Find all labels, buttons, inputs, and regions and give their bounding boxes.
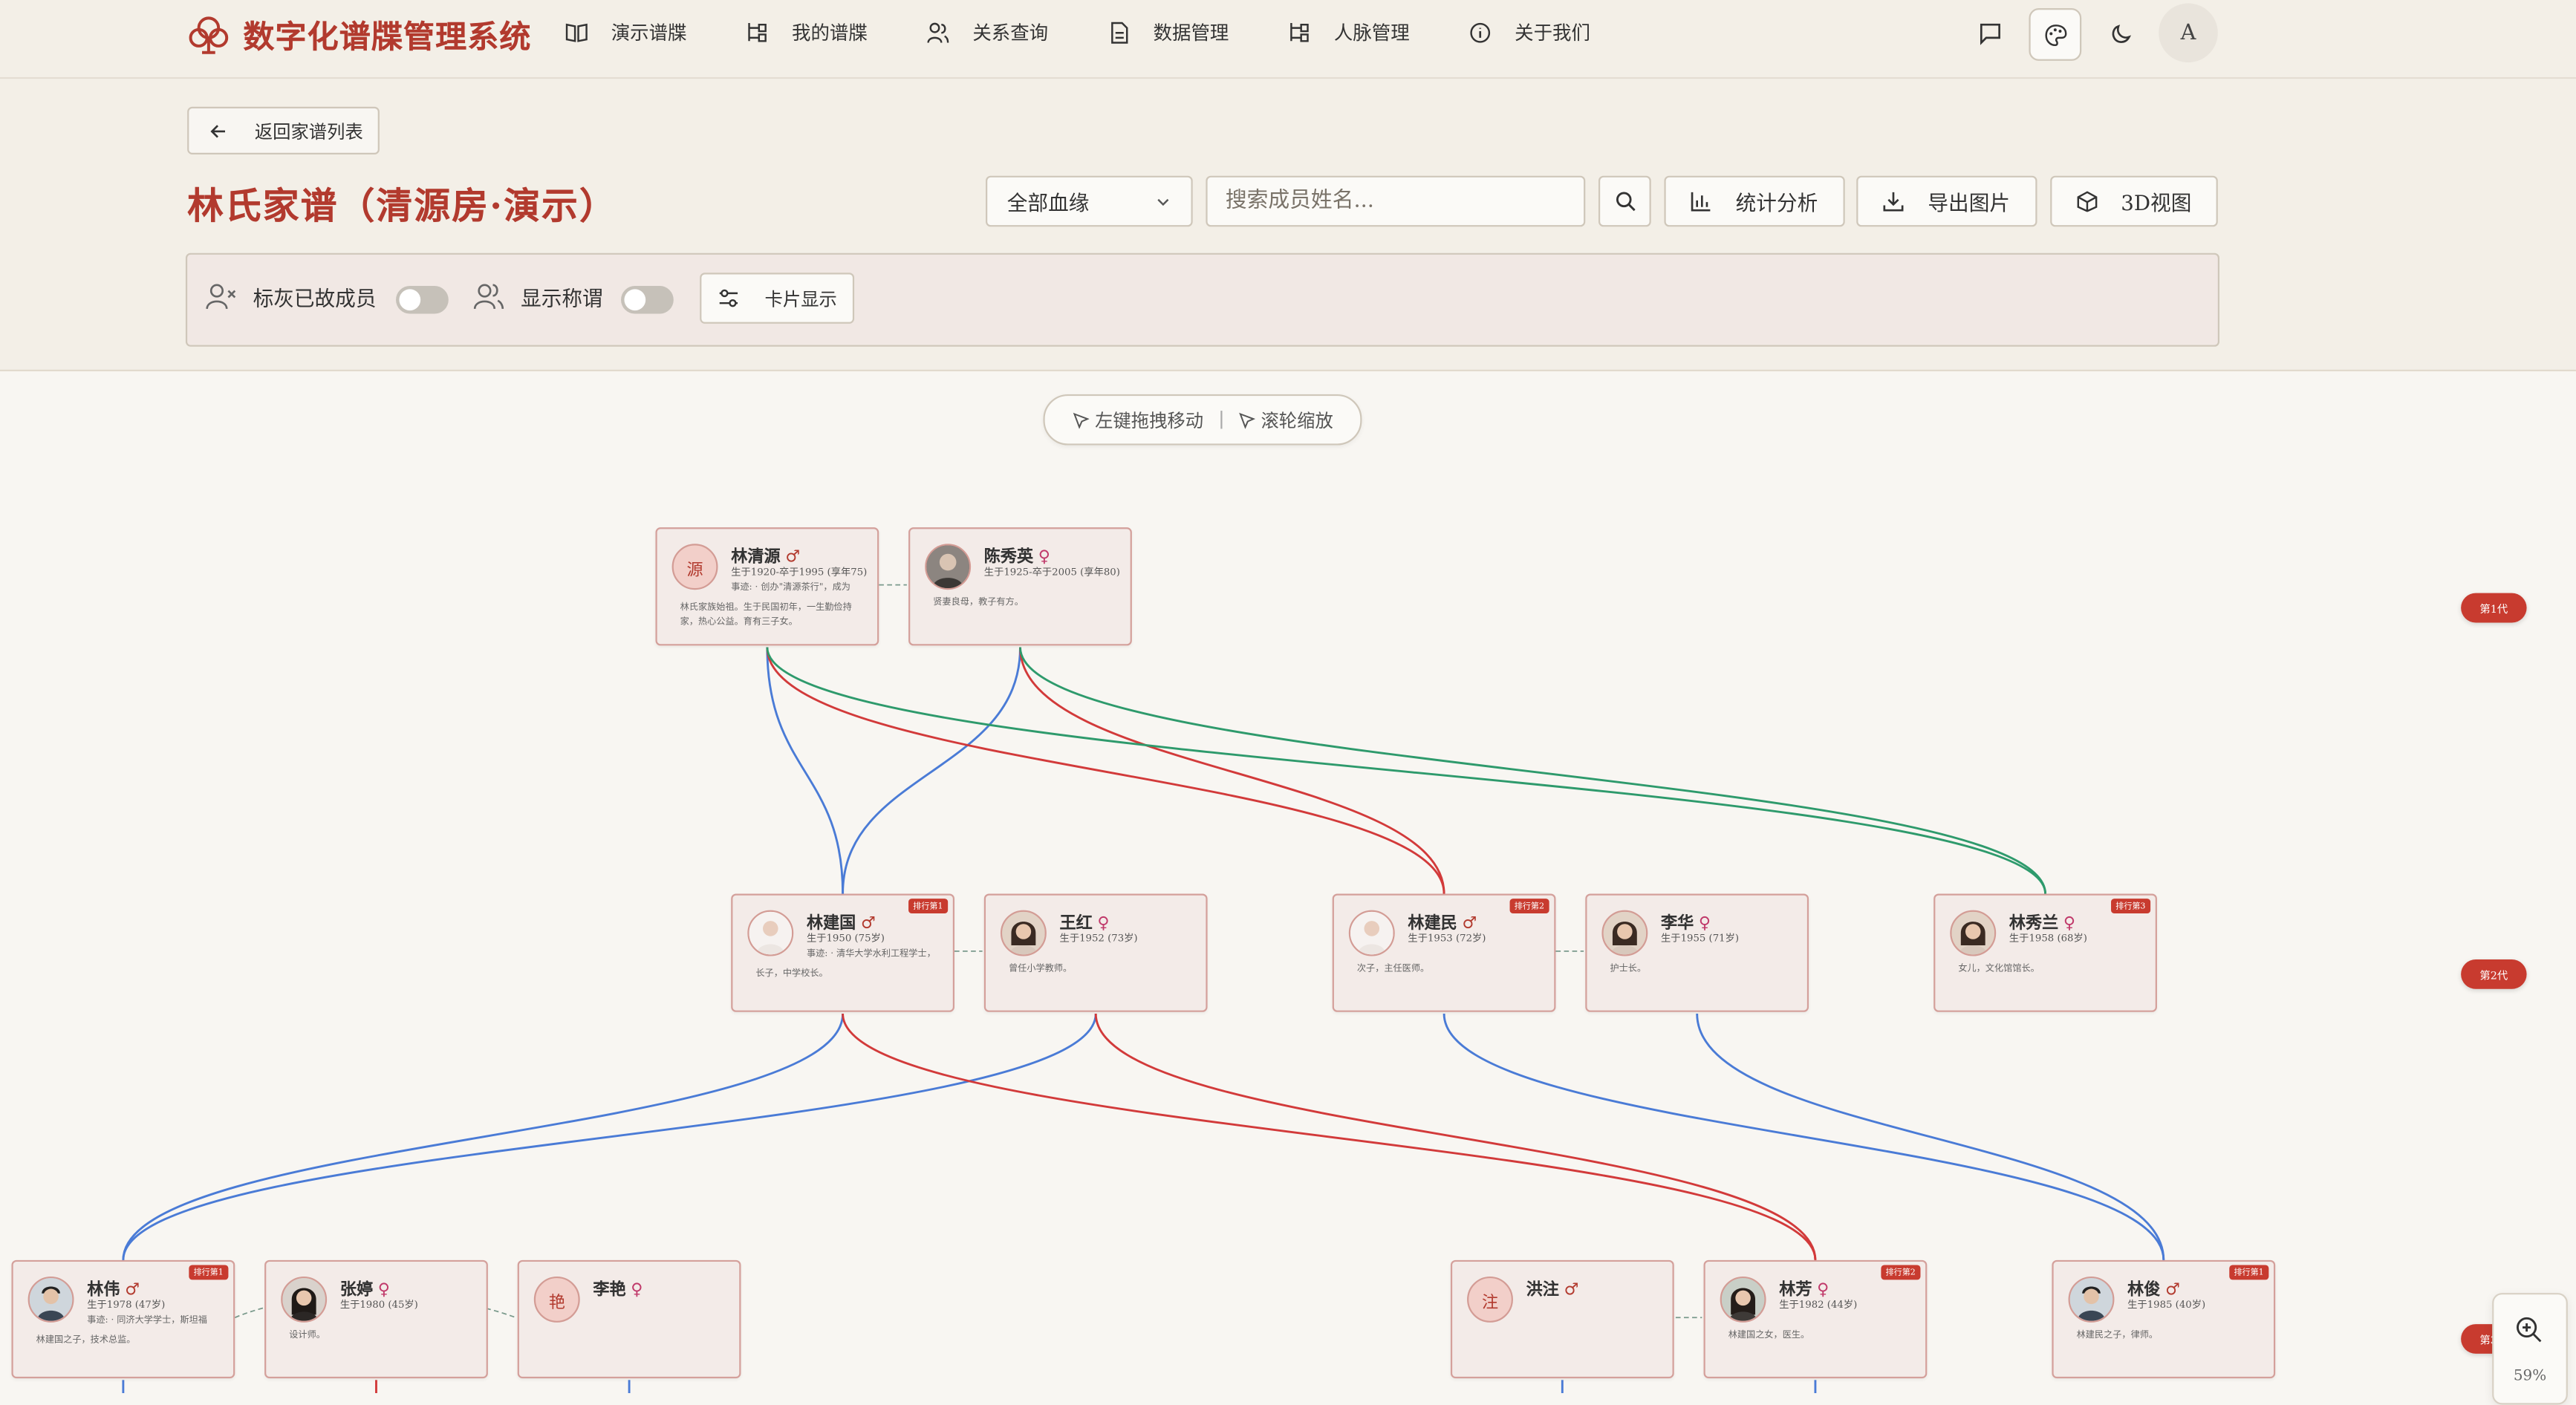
member-dates: 生于1925-卒于2005 (享年80) xyxy=(983,567,1120,578)
member-photo xyxy=(1348,910,1395,956)
relationship-lines xyxy=(122,584,2165,1394)
member-dates: 生于1982 (44岁) xyxy=(1779,1299,1858,1311)
member-dates: 生于1980 (45岁) xyxy=(339,1299,418,1311)
zoom-level: 59% xyxy=(2513,1368,2547,1385)
member-bio: 长子，中学校长。 xyxy=(755,969,828,979)
member-bio: 次子，主任医师。 xyxy=(1356,964,1430,974)
member-card-lin-wei[interactable]: 排行第1 林伟 ♂ 生于1978 (47岁) 事迹: · 同济大学学士，斯坦福 林… xyxy=(11,1259,235,1379)
member-bio: 护士长。 xyxy=(1610,964,1647,974)
male-icon: ♂ xyxy=(1564,1281,1579,1300)
person-photo-icon xyxy=(749,911,793,955)
person-photo-icon xyxy=(1721,1278,1765,1321)
member-photo xyxy=(1950,910,1997,956)
rank-badge: 排行第1 xyxy=(188,1265,229,1280)
person-photo-icon xyxy=(1002,911,1045,955)
member-bio: 设计师。 xyxy=(289,1330,325,1341)
member-card-chen-xiuying[interactable]: 陈秀英 ♀ 生于1925-卒于2005 (享年80) 贤妻良母，教子有方。 xyxy=(908,527,1132,646)
member-dates: 生于1955 (71岁) xyxy=(1661,933,1740,945)
lineage-line xyxy=(766,647,1445,894)
cursor-icon xyxy=(1238,411,1255,428)
person-photo-icon xyxy=(926,545,969,589)
member-photo xyxy=(27,1276,74,1323)
member-event: 事迹: · 创办"清源茶行"，成为 xyxy=(731,583,850,593)
member-card-lin-jun[interactable]: 排行第1 林俊 ♂ 生于1985 (40岁) 林建民之子，律师。 xyxy=(2052,1259,2276,1379)
lineage-line xyxy=(1019,647,2047,894)
member-card-lin-qingyuan[interactable]: 源 林清源 ♂ 生于1920-卒于1995 (享年75) 事迹: · 创办"清源茶… xyxy=(655,527,879,646)
canvas-hint: 左键拖拽移动 滚轮缩放 xyxy=(1043,394,1362,446)
member-card-wang-hong[interactable]: 王红 ♀ 生于1952 (73岁) 曾任小学教师。 xyxy=(983,893,1208,1012)
member-bio: 林建国之女，医生。 xyxy=(1728,1330,1810,1341)
member-card-lin-jianmin[interactable]: 排行第2 林建民 ♂ 生于1953 (72岁) 次子，主任医师。 xyxy=(1332,893,1556,1012)
member-dates: 生于1952 (73岁) xyxy=(1059,933,1138,945)
member-avatar: 注 xyxy=(1467,1276,1513,1323)
rank-badge: 排行第1 xyxy=(2228,1265,2269,1280)
generation-badge-1: 第1代 xyxy=(2461,593,2527,623)
lineage-line xyxy=(842,1013,1817,1260)
person-photo-icon xyxy=(1603,911,1647,955)
hint-separator xyxy=(1220,411,1222,429)
rank-badge: 排行第2 xyxy=(1880,1265,1921,1280)
member-photo xyxy=(747,910,794,956)
lineage-line xyxy=(1094,1013,1817,1260)
person-photo-icon xyxy=(1951,911,1995,955)
rank-badge: 排行第2 xyxy=(1509,899,1549,914)
member-photo xyxy=(1720,1276,1766,1323)
member-name: 洪注 xyxy=(1526,1281,1559,1300)
member-avatar: 源 xyxy=(671,544,718,590)
person-photo-icon xyxy=(29,1278,73,1321)
member-card-hong-zhu[interactable]: 注 洪注 ♂ xyxy=(1450,1259,1674,1379)
lineage-line xyxy=(766,647,2047,894)
member-photo xyxy=(1000,910,1047,956)
member-event: 事迹: · 清华大学水利工程学士， xyxy=(806,949,936,959)
lineage-line xyxy=(1696,1013,2165,1260)
member-bio: 曾任小学教师。 xyxy=(1008,964,1073,974)
member-photo xyxy=(925,544,972,590)
member-dates: 生于1958 (68岁) xyxy=(2009,933,2087,945)
member-card-lin-fang[interactable]: 排行第2 林芳 ♀ 生于1982 (44岁) 林建国之女，医生。 xyxy=(1703,1259,1928,1379)
lineage-line xyxy=(842,647,1021,894)
rank-badge: 排行第3 xyxy=(2110,899,2151,914)
lineage-line xyxy=(122,1013,1097,1260)
member-avatar: 艳 xyxy=(533,1276,580,1323)
member-dates: 生于1950 (75岁) xyxy=(806,933,885,945)
member-dates: 生于1953 (72岁) xyxy=(1408,933,1486,945)
zoom-in-icon[interactable] xyxy=(2515,1316,2543,1344)
member-dates: 生于1985 (40岁) xyxy=(2127,1299,2206,1311)
member-card-zhang-ting[interactable]: 张婷 ♀ 生于1980 (45岁) 设计师。 xyxy=(264,1259,488,1379)
rank-badge: 排行第1 xyxy=(908,899,949,914)
member-card-lin-jianguo[interactable]: 排行第1 林建国 ♂ 生于1950 (75岁) 事迹: · 清华大学水利工程学士，… xyxy=(731,893,954,1012)
member-photo xyxy=(281,1276,328,1323)
member-bio: 林建国之子，技术总监。 xyxy=(36,1335,136,1346)
person-photo-icon xyxy=(282,1278,325,1321)
generation-badge-2: 第2代 xyxy=(2461,959,2527,989)
member-dates: 生于1920-卒于1995 (享年75) xyxy=(731,567,868,578)
lineage-line xyxy=(766,647,845,894)
member-bio: 贤妻良母，教子有方。 xyxy=(933,598,1024,608)
member-photo xyxy=(1601,910,1648,956)
female-icon: ♀ xyxy=(631,1281,643,1300)
member-dates: 生于1978 (47岁) xyxy=(87,1299,166,1311)
member-bio: 女儿，文化馆馆长。 xyxy=(1958,964,2040,974)
member-card-lin-xiulan[interactable]: 排行第3 林秀兰 ♀ 生于1958 (68岁) 女儿，文化馆馆长。 xyxy=(1933,893,2157,1012)
member-bio: 林建民之子，律师。 xyxy=(2076,1330,2159,1341)
member-card-li-yan[interactable]: 艳 李艳 ♀ xyxy=(517,1259,741,1379)
lineage-line xyxy=(1443,1013,2165,1260)
zoom-control[interactable]: 59% xyxy=(2492,1293,2568,1405)
member-name: 李艳 xyxy=(593,1281,626,1300)
member-bio: 林氏家族始祖。生于民国初年，一生勤俭持家，热心公益。育有三子女。 xyxy=(680,602,852,628)
member-event: 事迹: · 同济大学学士，斯坦福 xyxy=(87,1316,207,1326)
cursor-icon xyxy=(1072,411,1089,428)
person-photo-icon xyxy=(2069,1278,2113,1321)
person-photo-icon xyxy=(1350,911,1393,955)
member-photo xyxy=(2068,1276,2115,1323)
lineage-line xyxy=(122,1013,845,1260)
member-card-li-hua[interactable]: 李华 ♀ 生于1955 (71岁) 护士长。 xyxy=(1585,893,1809,1012)
lineage-line xyxy=(1019,647,1445,894)
